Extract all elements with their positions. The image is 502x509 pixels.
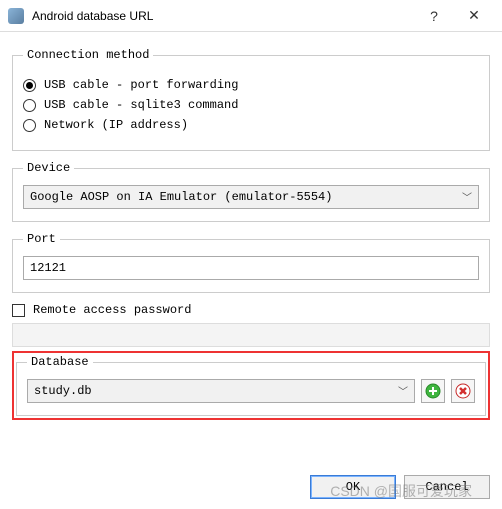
cross-circle-icon	[455, 383, 471, 399]
device-legend: Device	[23, 161, 74, 175]
radio-label: Network (IP address)	[44, 118, 188, 132]
remote-password-checkbox[interactable]: Remote access password	[12, 303, 490, 317]
remove-database-button[interactable]	[451, 379, 475, 403]
radio-icon	[23, 79, 36, 92]
cancel-label: Cancel	[425, 480, 468, 494]
titlebar: Android database URL ? ✕	[0, 0, 502, 32]
database-legend: Database	[27, 355, 93, 369]
port-value: 12121	[30, 261, 66, 275]
radio-label: USB cable - port forwarding	[44, 78, 238, 92]
port-input[interactable]: 12121	[23, 256, 479, 280]
database-group: Database study.db ﹀	[16, 355, 486, 416]
database-combo[interactable]: study.db ﹀	[27, 379, 415, 403]
help-button[interactable]: ?	[414, 0, 454, 32]
plus-circle-icon	[425, 383, 441, 399]
close-button[interactable]: ✕	[454, 0, 494, 32]
connection-method-legend: Connection method	[23, 48, 153, 62]
chevron-down-icon: ﹀	[462, 189, 472, 205]
checkbox-icon	[12, 304, 25, 317]
dialog-buttons: OK Cancel	[310, 475, 490, 499]
chevron-down-icon: ﹀	[398, 383, 408, 399]
database-value: study.db	[34, 384, 92, 398]
device-combo[interactable]: Google AOSP on IA Emulator (emulator-555…	[23, 185, 479, 209]
window-title: Android database URL	[32, 9, 153, 23]
radio-usb-sqlite3[interactable]: USB cable - sqlite3 command	[23, 98, 479, 112]
device-value: Google AOSP on IA Emulator (emulator-555…	[30, 190, 332, 204]
radio-usb-port-forwarding[interactable]: USB cable - port forwarding	[23, 78, 479, 92]
ok-button[interactable]: OK	[310, 475, 396, 499]
connection-method-group: Connection method USB cable - port forwa…	[12, 48, 490, 151]
radio-network-ip[interactable]: Network (IP address)	[23, 118, 479, 132]
port-group: Port 12121	[12, 232, 490, 293]
device-group: Device Google AOSP on IA Emulator (emula…	[12, 161, 490, 222]
radio-icon	[23, 119, 36, 132]
port-legend: Port	[23, 232, 60, 246]
remote-password-label: Remote access password	[33, 303, 191, 317]
add-database-button[interactable]	[421, 379, 445, 403]
app-icon	[8, 8, 24, 24]
ok-label: OK	[346, 480, 360, 494]
cancel-button[interactable]: Cancel	[404, 475, 490, 499]
database-highlight: Database study.db ﹀	[12, 351, 490, 420]
radio-icon	[23, 99, 36, 112]
remote-password-input	[12, 323, 490, 347]
radio-label: USB cable - sqlite3 command	[44, 98, 238, 112]
